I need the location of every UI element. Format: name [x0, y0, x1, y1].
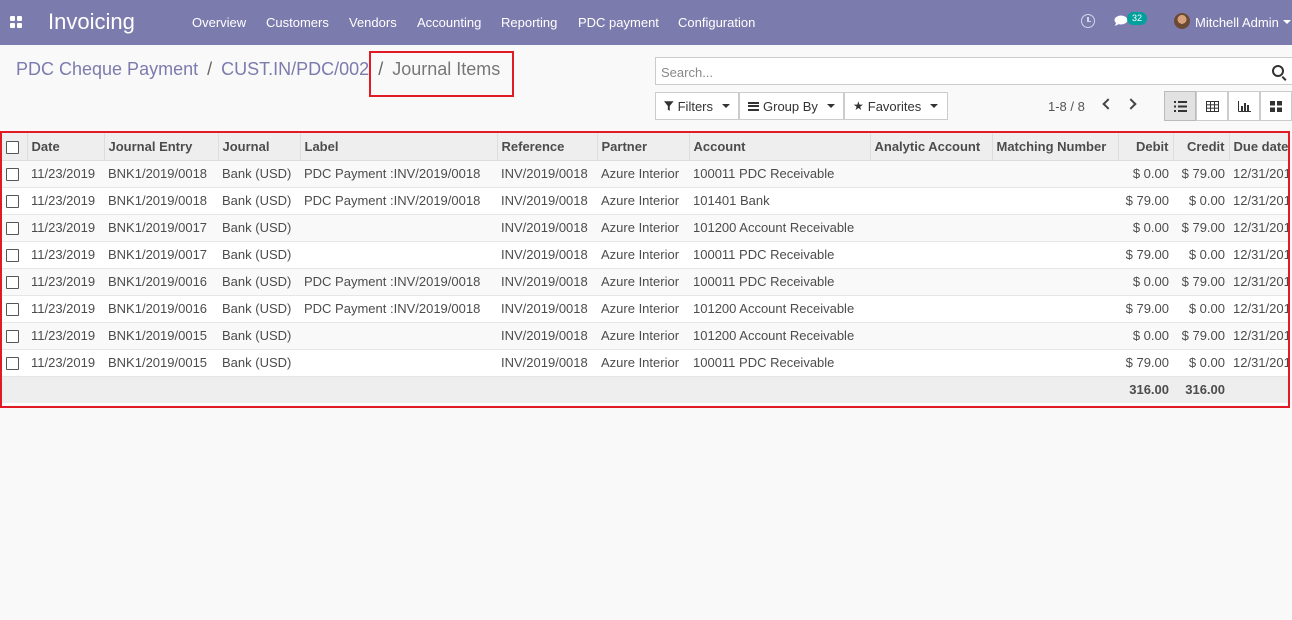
avatar[interactable]: [1174, 13, 1190, 29]
group-by-button[interactable]: Group By: [739, 92, 844, 120]
pivot-view-icon: [1205, 100, 1219, 112]
breadcrumb-separator: /: [207, 59, 213, 79]
title-highlight-box: [369, 51, 514, 97]
group-by-label: Group By: [763, 98, 818, 114]
search-box: [655, 57, 1292, 85]
chevron-down-icon: [826, 104, 835, 108]
pager-next-icon[interactable]: [1125, 98, 1137, 110]
user-name[interactable]: Mitchell Admin: [1195, 15, 1279, 30]
group-by-icon: [748, 101, 759, 111]
menu-overview[interactable]: Overview: [192, 15, 246, 30]
search-input[interactable]: [661, 63, 1251, 81]
menu-accounting[interactable]: Accounting: [417, 15, 481, 30]
breadcrumb-payment-record[interactable]: CUST.IN/PDC/002: [221, 59, 369, 79]
filters-label: Filters: [677, 98, 713, 114]
top-navbar: Invoicing Overview Customers Vendors Acc…: [0, 0, 1292, 45]
menu-pdc-payment[interactable]: PDC payment: [578, 15, 659, 30]
graph-view-button[interactable]: [1228, 91, 1260, 121]
list-view-icon: [1173, 100, 1187, 112]
menu-reporting[interactable]: Reporting: [501, 15, 557, 30]
list-view-button[interactable]: [1164, 91, 1196, 121]
chevron-down-icon: [722, 104, 730, 108]
activity-clock-icon[interactable]: [1081, 14, 1095, 28]
graph-view-icon: [1237, 100, 1251, 112]
pager-value[interactable]: 1-8 / 8: [1048, 99, 1085, 114]
chevron-down-icon: [930, 104, 939, 108]
pager-previous-icon[interactable]: [1102, 98, 1114, 110]
menu-configuration[interactable]: Configuration: [678, 15, 755, 30]
apps-menu-icon[interactable]: [10, 16, 22, 28]
filter-icon: [664, 101, 674, 111]
menu-vendors[interactable]: Vendors: [349, 15, 397, 30]
kanban-view-icon: [1270, 100, 1282, 112]
kanban-view-button[interactable]: [1260, 91, 1292, 121]
app-title: Invoicing: [48, 9, 135, 34]
filters-button[interactable]: Filters: [655, 92, 739, 120]
favorites-button[interactable]: ★ Favorites: [844, 92, 948, 120]
breadcrumb-pdc-cheque-payment[interactable]: PDC Cheque Payment: [16, 59, 198, 79]
user-menu-caret-icon[interactable]: [1283, 20, 1291, 24]
star-icon: ★: [853, 99, 864, 113]
chat-icon[interactable]: [1114, 15, 1128, 26]
search-icon[interactable]: [1272, 65, 1284, 77]
favorites-label: Favorites: [867, 98, 922, 114]
pivot-view-button[interactable]: [1196, 91, 1228, 121]
chat-count-badge: 32: [1127, 12, 1148, 25]
table-highlight-box: [0, 131, 1290, 408]
menu-customers[interactable]: Customers: [266, 15, 329, 30]
